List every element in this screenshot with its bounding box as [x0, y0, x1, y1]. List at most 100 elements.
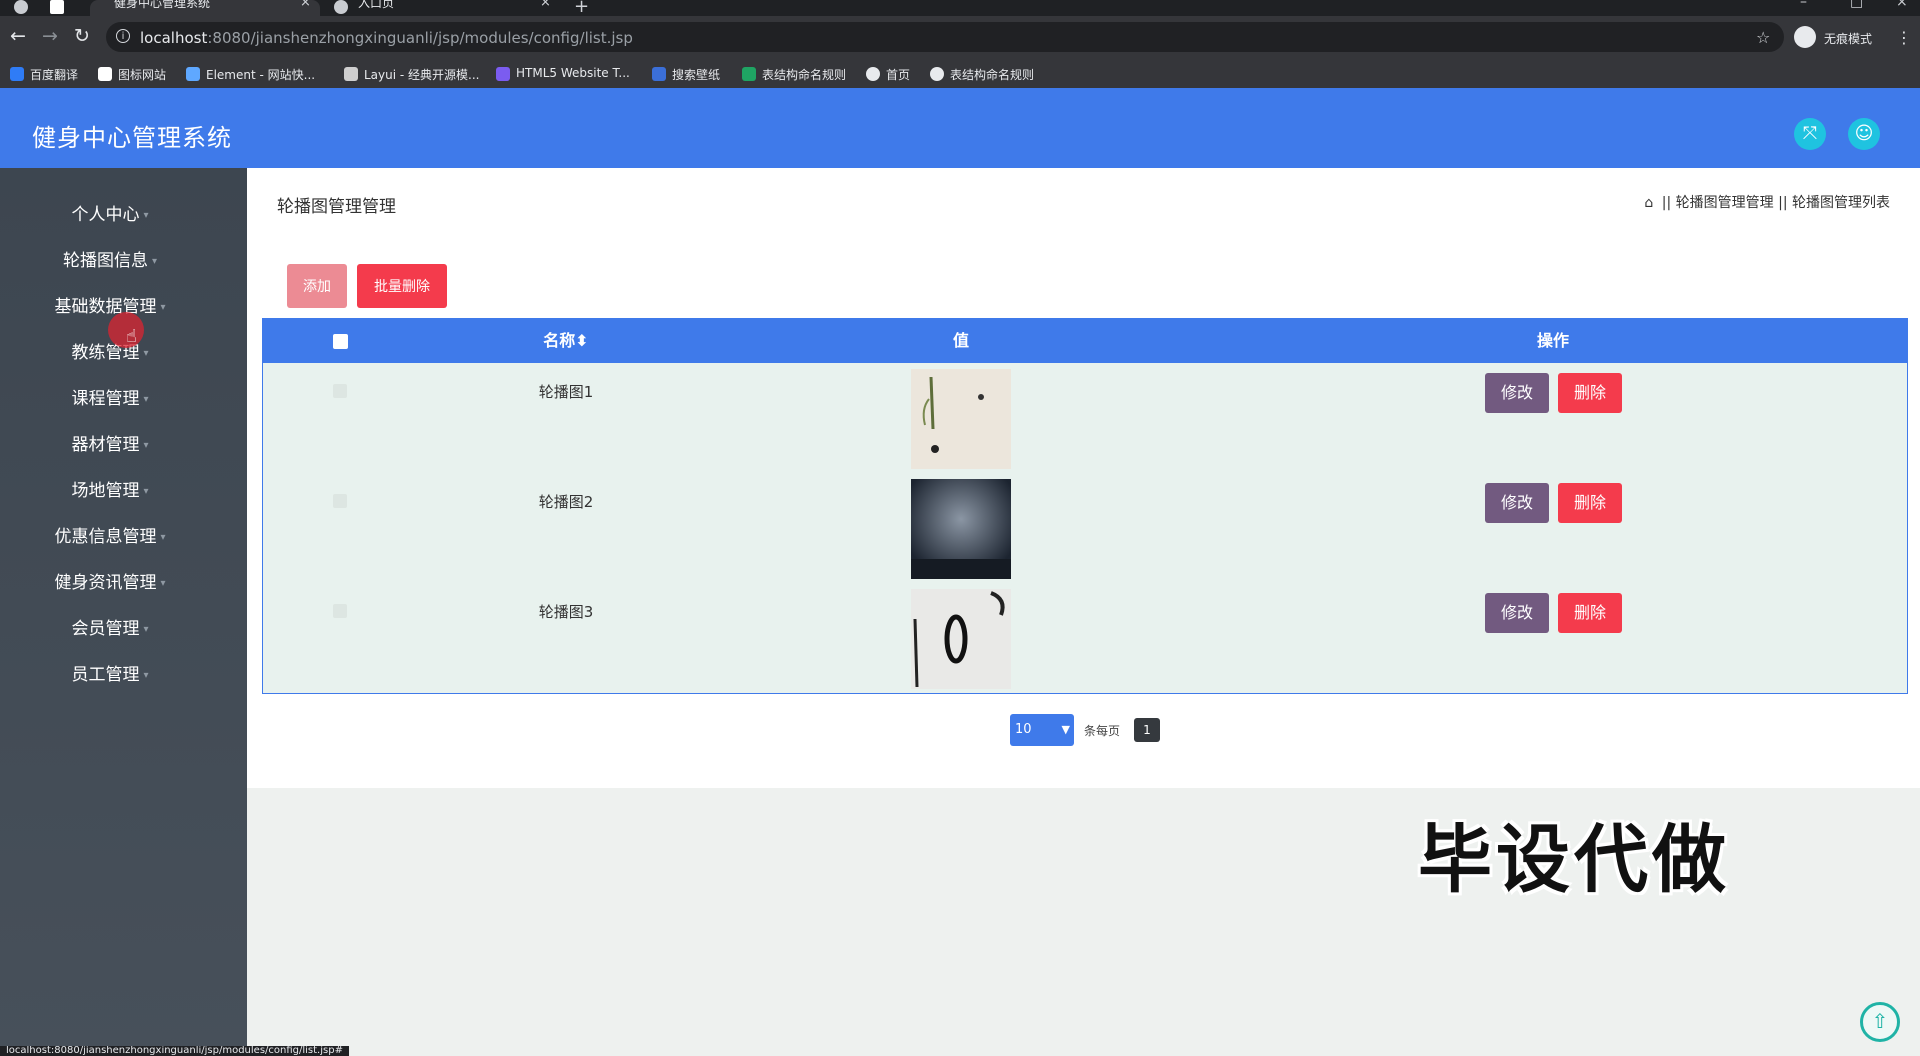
caret-down-icon: ▾ [160, 301, 166, 313]
table-row: 轮播图3 修改 删除 [263, 583, 1907, 693]
bookmark-star-icon[interactable]: ☆ [1756, 28, 1770, 47]
caret-down-icon: ▾ [143, 485, 149, 497]
globe-icon [866, 67, 880, 81]
sidebar-item-course[interactable]: 课程管理 ▾ [0, 384, 220, 409]
minimize-icon[interactable]: – [1800, 0, 1807, 10]
row-checkbox[interactable] [333, 604, 347, 618]
reload-icon[interactable]: ↻ [74, 26, 90, 46]
batch-delete-button[interactable]: 批量删除 [357, 264, 447, 308]
incognito-icon [1794, 26, 1816, 48]
select-all-checkbox[interactable] [333, 334, 348, 349]
caret-down-icon: ▾ [151, 255, 158, 267]
sidebar-item-coach[interactable]: 教练管理 ▾ [0, 338, 220, 363]
caret-down-icon: ▾ [143, 439, 149, 451]
carousel-image-thumbnail [911, 589, 1011, 689]
tab-entry[interactable]: 入口页 × [334, 0, 554, 16]
user-icon[interactable]: ☺ [1848, 118, 1880, 150]
sort-icon[interactable]: ⬍ [575, 331, 588, 350]
data-table: 名称⬍ 值 操作 轮播图1 修改 删除 轮播图2 修改 删除 轮播图3 修改 删… [262, 318, 1908, 694]
delete-button[interactable]: 删除 [1558, 593, 1622, 633]
main-panel: 轮播图管理管理 ⌂ || 轮播图管理管理 || 轮播图管理列表 添加 批量删除 … [247, 168, 1920, 788]
element-icon [186, 67, 200, 81]
sidebar-item-staff[interactable]: 员工管理 ▾ [0, 660, 220, 685]
table-row: 轮播图1 修改 删除 [263, 363, 1907, 473]
cell-name: 轮播图1 [538, 383, 594, 401]
cell-name: 轮播图3 [538, 603, 594, 621]
scroll-to-top-icon[interactable]: ⇧ [1860, 1002, 1900, 1042]
row-checkbox[interactable] [333, 384, 347, 398]
sidebar-item-personal[interactable]: 个人中心 ▾ [0, 200, 220, 225]
back-icon[interactable]: ← [10, 26, 26, 46]
close-tab-icon[interactable]: × [540, 0, 551, 9]
hand-cursor-icon: ☝ [126, 326, 137, 347]
close-window-icon[interactable]: × [1896, 0, 1908, 10]
menu-dots-icon[interactable]: ⋮ [1896, 28, 1912, 47]
sidebar: 个人中心 ▾ 轮播图信息 ▾ 基础数据管理 ▾ 教练管理 ▾ 课程管理 ▾ 器材管理 ▾ 场… [0, 168, 247, 1056]
edit-button[interactable]: 修改 [1485, 483, 1549, 523]
caret-down-icon: ▾ [143, 623, 149, 635]
new-tab-icon[interactable]: + [574, 0, 589, 17]
column-header-value: 值 [952, 331, 969, 350]
fullscreen-icon[interactable]: ⤧ [1794, 118, 1826, 150]
flag-icon [98, 67, 112, 81]
browser-tab-strip: 健身中心管理系统 × 入口页 × + – □ × [0, 0, 1920, 17]
delete-button[interactable]: 删除 [1558, 373, 1622, 413]
watermark-text: 毕设代做 [1418, 817, 1730, 903]
layui-icon [344, 67, 358, 81]
breadcrumb-separator: || [1661, 195, 1672, 211]
sidebar-item-basic-data[interactable]: 基础数据管理 ▾ [0, 292, 220, 317]
table-header: 名称⬍ 值 操作 [263, 319, 1907, 363]
forward-icon[interactable]: → [42, 26, 58, 46]
cell-name: 轮播图2 [538, 493, 594, 511]
sidebar-item-news[interactable]: 健身资讯管理 ▾ [0, 568, 220, 593]
page-title: 轮播图管理管理 [277, 197, 396, 217]
column-header-name[interactable]: 名称⬍ [463, 319, 669, 363]
table-row: 轮播图2 修改 删除 [263, 473, 1907, 583]
sidebar-item-carousel[interactable]: 轮播图信息 ▾ [0, 246, 220, 271]
app-title: 健身中心管理系统 [32, 124, 232, 152]
incognito-label: 无痕模式 [1824, 32, 1873, 46]
caret-down-icon: ▾ [143, 669, 149, 681]
page-number-current[interactable]: 1 [1134, 718, 1160, 742]
column-header-actions: 操作 [1536, 331, 1569, 350]
home-icon[interactable]: ⌂ [1644, 195, 1653, 211]
page-size-select[interactable]: 10 ▼ [1010, 714, 1074, 746]
breadcrumb: ⌂ || 轮播图管理管理 || 轮播图管理列表 [1644, 192, 1890, 212]
window-icon [50, 0, 64, 16]
edit-button[interactable]: 修改 [1485, 373, 1549, 413]
info-icon[interactable]: i [116, 29, 130, 43]
tab-title: 健身中心管理系统 [114, 0, 211, 10]
app-header: 健身中心管理系统 ⤧ ☺ [0, 88, 1920, 168]
caret-down-icon: ▾ [160, 577, 166, 589]
breadcrumb-item[interactable]: 轮播图管理管理 [1676, 195, 1774, 211]
tab-title: 入口页 [358, 0, 395, 10]
caret-down-icon: ▾ [143, 347, 149, 359]
delete-button[interactable]: 删除 [1558, 483, 1622, 523]
sheet-icon [742, 67, 756, 81]
tab-active[interactable]: 健身中心管理系统 × [90, 0, 320, 16]
maximize-icon[interactable]: □ [1850, 0, 1863, 10]
browser-logo-icon [14, 0, 28, 16]
caret-down-icon: ▾ [160, 531, 166, 543]
url-text: localhost:8080/jianshenzhongxinguanli/js… [140, 29, 633, 47]
breadcrumb-item: 轮播图管理列表 [1792, 195, 1890, 211]
url-input[interactable]: i localhost:8080/jianshenzhongxinguanli/… [106, 22, 1784, 52]
breadcrumb-separator: || [1778, 195, 1788, 211]
per-page-label: 条每页 [1084, 724, 1121, 738]
globe-icon [334, 0, 348, 14]
caret-down-icon: ▾ [143, 393, 149, 405]
sidebar-item-venue[interactable]: 场地管理 ▾ [0, 476, 220, 501]
globe-icon [930, 67, 944, 81]
sidebar-item-equipment[interactable]: 器材管理 ▾ [0, 430, 220, 455]
sidebar-item-member[interactable]: 会员管理 ▾ [0, 614, 220, 639]
carousel-image-thumbnail [911, 369, 1011, 469]
translate-icon [10, 67, 24, 81]
add-button[interactable]: 添加 [287, 264, 347, 308]
close-tab-icon[interactable]: × [300, 0, 311, 9]
wallpaper-icon [652, 67, 666, 81]
bookmarks-bar: 百度翻译 图标网站 Element - 网站快... Layui - 经典开源模… [0, 60, 1920, 88]
carousel-image-thumbnail [911, 479, 1011, 579]
sidebar-item-promotion[interactable]: 优惠信息管理 ▾ [0, 522, 220, 547]
row-checkbox[interactable] [333, 494, 347, 508]
edit-button[interactable]: 修改 [1485, 593, 1549, 633]
